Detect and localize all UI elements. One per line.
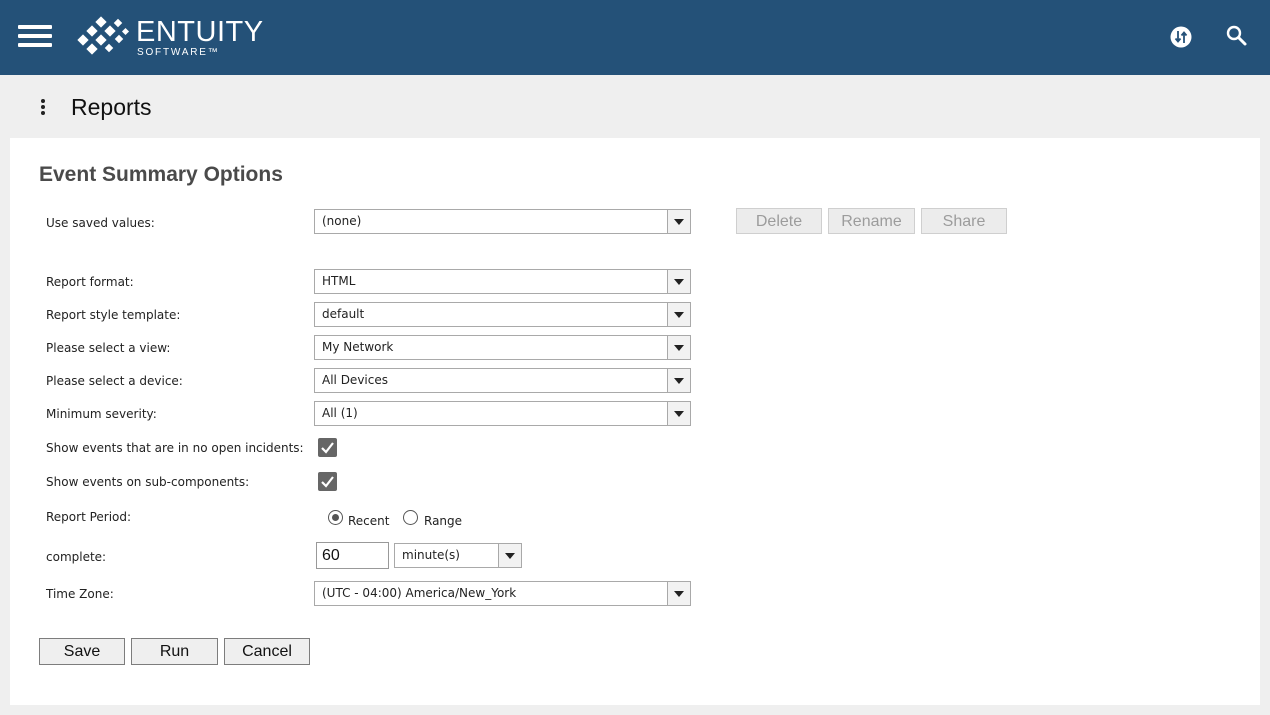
severity-value: All (1) [322,406,358,420]
search-icon[interactable] [1226,25,1248,47]
saved-values-select[interactable]: (none) [314,209,691,234]
dropdown-arrow-icon [667,303,690,326]
device-value: All Devices [322,373,388,387]
rename-button[interactable]: Rename [828,208,915,234]
menu-icon[interactable] [18,25,52,47]
dropdown-arrow-icon [667,582,690,605]
sub-components-checkbox[interactable] [318,472,337,491]
page-header: Reports [0,75,1270,137]
complete-unit-select[interactable]: minute(s) [394,543,522,568]
sync-icon[interactable] [1170,26,1192,48]
page-title: Reports [71,94,152,120]
style-template-label: Report style template: [46,308,181,322]
saved-values-value: (none) [322,214,362,228]
options-panel: Event Summary Options Use saved values: … [10,138,1260,705]
timezone-value: (UTC - 04:00) America/New_York [322,586,517,600]
more-options-icon[interactable] [36,98,50,116]
report-format-label: Report format: [46,275,134,289]
report-format-select[interactable]: HTML [314,269,691,294]
checkmark-icon [321,476,334,488]
report-period-label: Report Period: [46,510,132,524]
severity-label: Minimum severity: [46,407,157,421]
device-select[interactable]: All Devices [314,368,691,393]
report-format-value: HTML [322,274,356,288]
range-radio[interactable] [403,510,418,525]
view-select[interactable]: My Network [314,335,691,360]
view-value: My Network [322,340,394,354]
timezone-select[interactable]: (UTC - 04:00) America/New_York [314,581,691,606]
recent-radio[interactable] [328,510,343,525]
timezone-label: Time Zone: [46,587,114,601]
dropdown-arrow-icon [667,369,690,392]
entuity-logo-icon [77,16,130,55]
complete-unit-value: minute(s) [402,548,460,562]
dropdown-arrow-icon [667,402,690,425]
form-title: Event Summary Options [39,163,283,186]
dropdown-arrow-icon [667,210,690,233]
brand-subtitle: SOFTWARE™ [137,47,220,58]
severity-select[interactable]: All (1) [314,401,691,426]
top-bar: ENTUITY SOFTWARE™ [0,0,1270,75]
save-button[interactable]: Save [39,638,125,665]
complete-value-input[interactable]: 60 [316,542,389,569]
range-radio-label[interactable]: Range [424,513,462,529]
saved-values-label: Use saved values: [46,216,155,230]
cancel-button[interactable]: Cancel [224,638,310,665]
no-open-incidents-checkbox[interactable] [318,438,337,457]
checkmark-icon [321,442,334,454]
no-open-incidents-label: Show events that are in no open incident… [46,441,304,455]
recent-radio-label[interactable]: Recent [348,513,389,529]
style-template-value: default [322,307,365,321]
sub-components-label: Show events on sub-components: [46,475,250,489]
dropdown-arrow-icon [498,544,521,567]
share-button[interactable]: Share [921,208,1007,234]
view-label: Please select a view: [46,341,171,355]
delete-button[interactable]: Delete [736,208,822,234]
run-button[interactable]: Run [131,638,218,665]
brand-name: ENTUITY [136,16,264,48]
dropdown-arrow-icon [667,336,690,359]
complete-label: complete: [46,550,107,564]
device-label: Please select a device: [46,374,183,388]
style-template-select[interactable]: default [314,302,691,327]
dropdown-arrow-icon [667,270,690,293]
